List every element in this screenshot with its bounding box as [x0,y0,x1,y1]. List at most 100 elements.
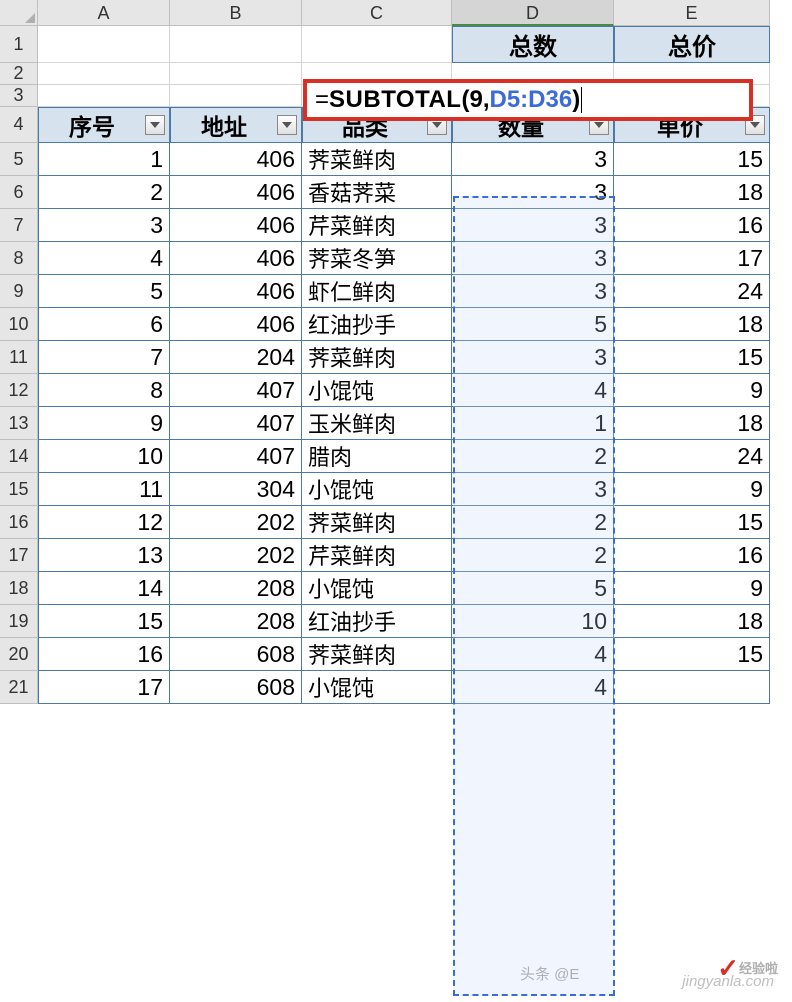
row-header-9[interactable]: 9 [0,275,38,308]
cell-e5[interactable]: 15 [614,143,770,176]
cell-a18[interactable]: 14 [38,572,170,605]
cell-d11[interactable]: 3 [452,341,614,374]
row-header-7[interactable]: 7 [0,209,38,242]
cell-a5[interactable]: 1 [38,143,170,176]
table-header-serial[interactable]: 序号 [38,107,170,143]
cell-b5[interactable]: 406 [170,143,302,176]
cell-e20[interactable]: 15 [614,638,770,671]
cell-d21[interactable]: 4 [452,671,614,704]
cell-c10[interactable]: 红油抄手 [302,308,452,341]
cell-c12[interactable]: 小馄饨 [302,374,452,407]
cell-e16[interactable]: 15 [614,506,770,539]
cell-a6[interactable]: 2 [38,176,170,209]
filter-button[interactable] [145,115,165,135]
cell-b16[interactable]: 202 [170,506,302,539]
row-header-6[interactable]: 6 [0,176,38,209]
cell-d19[interactable]: 10 [452,605,614,638]
cell-b14[interactable]: 407 [170,440,302,473]
cell-d7[interactable]: 3 [452,209,614,242]
select-all-corner[interactable] [0,0,38,26]
row-header-13[interactable]: 13 [0,407,38,440]
row-header-20[interactable]: 20 [0,638,38,671]
row-header-21[interactable]: 21 [0,671,38,704]
cell-d14[interactable]: 2 [452,440,614,473]
cell-c16[interactable]: 荠菜鲜肉 [302,506,452,539]
cell-e8[interactable]: 17 [614,242,770,275]
cell-e10[interactable]: 18 [614,308,770,341]
cell-b21[interactable]: 608 [170,671,302,704]
cell-d13[interactable]: 1 [452,407,614,440]
cell-b18[interactable]: 208 [170,572,302,605]
cell-d1[interactable]: 总数 [452,26,614,63]
cell-c8[interactable]: 荠菜冬笋 [302,242,452,275]
cell-b20[interactable]: 608 [170,638,302,671]
row-header-8[interactable]: 8 [0,242,38,275]
cell-e7[interactable]: 16 [614,209,770,242]
row-header-16[interactable]: 16 [0,506,38,539]
cell-d5[interactable]: 3 [452,143,614,176]
cell-a13[interactable]: 9 [38,407,170,440]
cell-d15[interactable]: 3 [452,473,614,506]
cell-a20[interactable]: 16 [38,638,170,671]
cell-b8[interactable]: 406 [170,242,302,275]
cell-a3[interactable] [38,85,170,107]
cell-b12[interactable]: 407 [170,374,302,407]
cell-c18[interactable]: 小馄饨 [302,572,452,605]
cell-d10[interactable]: 5 [452,308,614,341]
cell-c9[interactable]: 虾仁鲜肉 [302,275,452,308]
cell-a10[interactable]: 6 [38,308,170,341]
row-header-19[interactable]: 19 [0,605,38,638]
cell-e18[interactable]: 9 [614,572,770,605]
cell-a16[interactable]: 12 [38,506,170,539]
row-header-12[interactable]: 12 [0,374,38,407]
cell-c5[interactable]: 荠菜鲜肉 [302,143,452,176]
row-header-17[interactable]: 17 [0,539,38,572]
cell-e9[interactable]: 24 [614,275,770,308]
row-header-14[interactable]: 14 [0,440,38,473]
row-header-10[interactable]: 10 [0,308,38,341]
cell-c6[interactable]: 香菇荠菜 [302,176,452,209]
col-header-b[interactable]: B [170,0,302,26]
cell-e11[interactable]: 15 [614,341,770,374]
cell-e12[interactable]: 9 [614,374,770,407]
formula-edit-cell[interactable]: =SUBTOTAL(9,D5:D36) [303,79,753,121]
cell-e17[interactable]: 16 [614,539,770,572]
cell-b13[interactable]: 407 [170,407,302,440]
cell-d16[interactable]: 2 [452,506,614,539]
cell-c15[interactable]: 小馄饨 [302,473,452,506]
cell-d12[interactable]: 4 [452,374,614,407]
cell-a7[interactable]: 3 [38,209,170,242]
cell-d18[interactable]: 5 [452,572,614,605]
cell-e1[interactable]: 总价 [614,26,770,63]
cell-b10[interactable]: 406 [170,308,302,341]
cell-c21[interactable]: 小馄饨 [302,671,452,704]
cell-b6[interactable]: 406 [170,176,302,209]
row-header-3[interactable]: 3 [0,85,38,107]
cell-b2[interactable] [170,63,302,85]
cell-b3[interactable] [170,85,302,107]
cell-e19[interactable]: 18 [614,605,770,638]
row-header-5[interactable]: 5 [0,143,38,176]
cell-b9[interactable]: 406 [170,275,302,308]
col-header-d[interactable]: D [452,0,614,26]
cell-c14[interactable]: 腊肉 [302,440,452,473]
cell-d8[interactable]: 3 [452,242,614,275]
cell-c19[interactable]: 红油抄手 [302,605,452,638]
row-header-15[interactable]: 15 [0,473,38,506]
cell-e13[interactable]: 18 [614,407,770,440]
cell-d17[interactable]: 2 [452,539,614,572]
col-header-a[interactable]: A [38,0,170,26]
cell-c11[interactable]: 荠菜鲜肉 [302,341,452,374]
cell-a2[interactable] [38,63,170,85]
cell-a9[interactable]: 5 [38,275,170,308]
cell-d9[interactable]: 3 [452,275,614,308]
cell-c20[interactable]: 荠菜鲜肉 [302,638,452,671]
table-header-address[interactable]: 地址 [170,107,302,143]
cell-e15[interactable]: 9 [614,473,770,506]
row-header-4[interactable]: 4 [0,107,38,143]
cell-a21[interactable]: 17 [38,671,170,704]
col-header-e[interactable]: E [614,0,770,26]
cell-a14[interactable]: 10 [38,440,170,473]
cell-a11[interactable]: 7 [38,341,170,374]
cell-a19[interactable]: 15 [38,605,170,638]
